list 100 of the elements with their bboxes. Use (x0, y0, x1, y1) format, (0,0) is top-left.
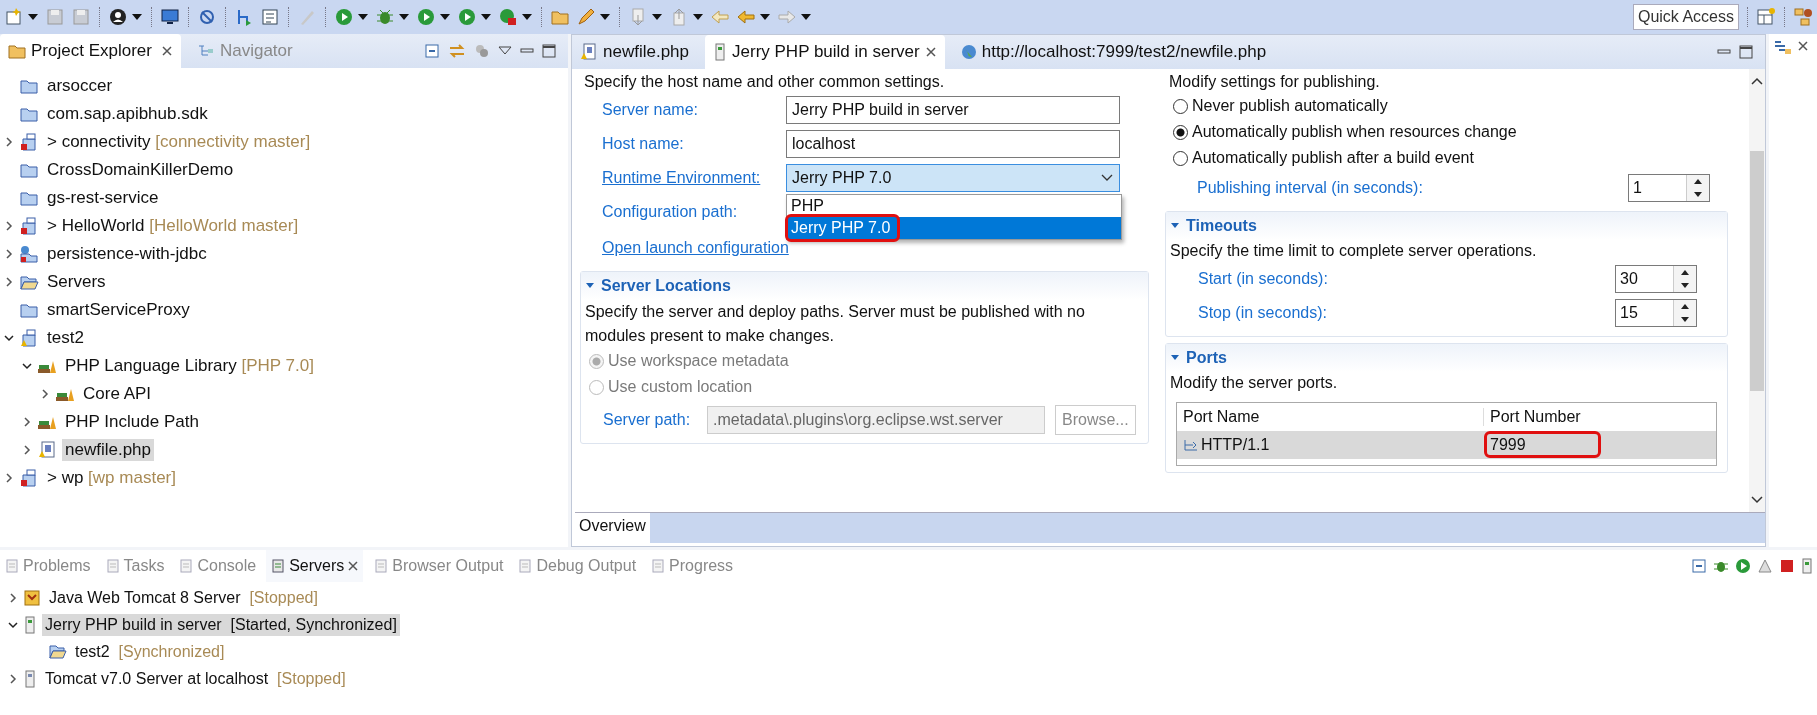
text-field[interactable]: localhost (786, 130, 1120, 158)
tree-item[interactable]: gs-rest-service (44, 187, 162, 209)
run-icon[interactable] (334, 7, 354, 27)
tree-item[interactable]: test2 (44, 327, 87, 349)
view-tab[interactable]: Tasks (100, 550, 169, 582)
runtime-link[interactable]: Runtime Environment: (580, 169, 782, 187)
radio-button[interactable] (1173, 150, 1188, 166)
column-header[interactable]: Port Name (1177, 408, 1484, 426)
radio-option[interactable]: Automatically publish after a build event (1165, 145, 1740, 171)
text-field[interactable]: Jerry PHP build in server (786, 96, 1120, 124)
collapse-all-icon[interactable] (424, 43, 440, 59)
tree-item[interactable]: PHP Include Path (62, 411, 202, 433)
caret-icon[interactable] (398, 13, 410, 21)
page-tab[interactable]: Overview (575, 513, 650, 543)
spin-down-icon[interactable] (1680, 316, 1690, 323)
monitor-icon[interactable] (160, 7, 180, 27)
spin-up-icon[interactable] (1680, 303, 1690, 310)
collapse-triangle-icon[interactable] (585, 282, 595, 290)
caret-icon[interactable] (800, 13, 812, 21)
tree-item[interactable]: Servers (44, 271, 109, 293)
tree-item[interactable]: > HelloWorld [HelloWorld master] (44, 215, 302, 237)
perspective-icon[interactable] (1756, 7, 1776, 27)
caret-icon[interactable] (599, 13, 611, 21)
dropdown-option[interactable]: Jerry PHP 7.0 (787, 217, 1121, 239)
caret-icon[interactable] (692, 13, 704, 21)
caret-icon[interactable] (480, 13, 492, 21)
outline-view-icon[interactable] (1773, 40, 1793, 56)
tree-item[interactable]: CrossDomainKillerDemo (44, 159, 237, 181)
play-icon[interactable] (416, 7, 436, 27)
number-spinner[interactable]: 15 (1615, 299, 1697, 327)
number-spinner[interactable]: 1 (1628, 174, 1710, 202)
perspective-icon[interactable] (1793, 7, 1813, 27)
launch-configuration-link[interactable]: Open launch configuration (602, 239, 789, 257)
quick-access-field[interactable]: Quick Access (1632, 4, 1739, 30)
column-header[interactable]: Port Number (1484, 408, 1581, 426)
editor-tab[interactable]: newfile.php (572, 35, 697, 69)
maximize-icon[interactable] (542, 44, 556, 58)
tree-item[interactable]: PHP Language Library [PHP 7.0] (62, 355, 317, 377)
close-icon[interactable] (924, 46, 937, 58)
tree-item[interactable]: > wp [wp master] (44, 467, 179, 489)
caret-icon[interactable] (27, 13, 39, 21)
play-icon[interactable] (1735, 558, 1751, 574)
collapse-triangle-icon[interactable] (1170, 222, 1180, 230)
dropdown-option[interactable]: PHP (787, 195, 1121, 217)
caret-icon[interactable] (651, 13, 663, 21)
tree-item[interactable]: Core API (80, 383, 155, 405)
spin-down-icon[interactable] (1680, 282, 1690, 289)
server-item[interactable]: Java Web Tomcat 8 Server [Stopped] (46, 586, 321, 609)
caret-icon[interactable] (131, 13, 143, 21)
path-field[interactable]: .metadata\.plugins\org.eclipse.wst.server (707, 406, 1045, 434)
view-tab[interactable]: Browser Output (369, 550, 508, 582)
server-item[interactable]: test2 [Synchronized] (72, 640, 228, 663)
tree-item[interactable]: arsoccer (44, 75, 116, 97)
radio-button[interactable] (1173, 124, 1188, 140)
view-tab[interactable]: Problems (0, 550, 95, 582)
editor-tab[interactable]: Jerry PHP build in server (705, 35, 945, 69)
view-tab[interactable]: Project Explorer (0, 34, 181, 68)
run-list-icon[interactable] (457, 7, 477, 27)
view-tab[interactable]: Debug Output (513, 550, 641, 582)
editor-tab[interactable]: http://localhost:7999/test2/newfile.php (952, 35, 1275, 69)
radio-option[interactable]: Never publish automatically (1165, 93, 1740, 119)
tree-item[interactable]: persistence-with-jdbc (44, 243, 210, 265)
close-icon[interactable] (1797, 40, 1809, 52)
tree-item[interactable]: > connectivity [connectivity master] (44, 131, 314, 153)
caret-icon[interactable] (439, 13, 451, 21)
caret-icon[interactable] (357, 13, 369, 21)
spin-down-icon[interactable] (1693, 191, 1703, 198)
close-icon[interactable] (160, 45, 173, 57)
collapse-all-icon[interactable] (1691, 558, 1707, 574)
spin-up-icon[interactable] (1680, 269, 1690, 276)
tree-item[interactable]: newfile.php (62, 439, 154, 461)
radio-button[interactable] (1173, 98, 1188, 114)
caret-icon[interactable] (759, 13, 771, 21)
tree-item[interactable]: smartServiceProxy (44, 299, 193, 321)
number-spinner[interactable]: 30 (1615, 265, 1697, 293)
stop-icon[interactable] (1779, 558, 1795, 574)
caret-icon[interactable] (521, 13, 533, 21)
run-stop-icon[interactable] (498, 7, 518, 27)
view-tab[interactable]: Servers (266, 550, 364, 582)
view-menu-icon[interactable] (498, 46, 512, 56)
server-item[interactable]: Tomcat v7.0 Server at localhost [Stopped] (42, 667, 349, 690)
server-item[interactable]: Jerry PHP build in server [Started, Synchronized] (42, 613, 400, 636)
maximize-icon[interactable] (1739, 45, 1753, 59)
scroll-up-icon[interactable] (1751, 77, 1763, 85)
view-tab[interactable]: Console (174, 550, 261, 582)
server-icon[interactable] (1801, 558, 1813, 574)
collapse-triangle-icon[interactable] (1170, 354, 1180, 362)
combo-box[interactable]: Jerry PHP 7.0 (786, 164, 1120, 192)
scrollbar[interactable] (1749, 69, 1765, 512)
tree-item[interactable]: com.sap.apibhub.sdk (44, 103, 211, 125)
browse-button[interactable]: Browse... (1055, 405, 1136, 435)
table-row[interactable]: HTTP/1.1 7999 (1177, 431, 1716, 459)
person-icon[interactable] (108, 7, 128, 27)
view-tab[interactable]: Progress (646, 550, 738, 582)
close-icon[interactable] (347, 560, 360, 572)
radio-option[interactable]: Automatically publish when resources change (1165, 119, 1740, 145)
spin-up-icon[interactable] (1693, 178, 1703, 185)
checklist-icon[interactable] (260, 7, 280, 27)
crossed-circle-icon[interactable] (197, 7, 217, 27)
scroll-down-icon[interactable] (1751, 496, 1763, 504)
